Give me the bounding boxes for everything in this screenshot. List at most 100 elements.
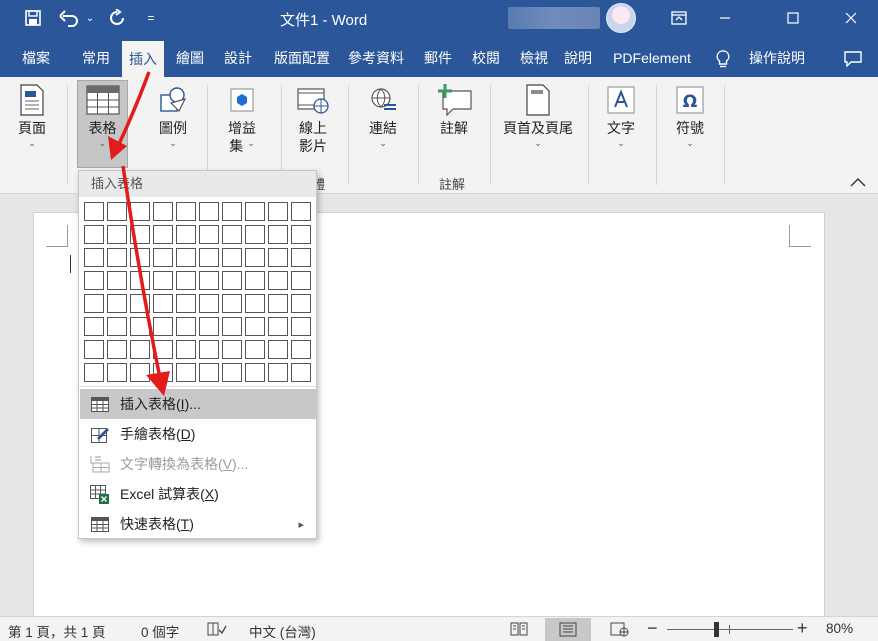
table-grid-cell[interactable]	[291, 363, 311, 382]
avatar[interactable]	[606, 3, 636, 33]
zoom-slider[interactable]	[667, 629, 793, 630]
table-grid-cell[interactable]	[153, 225, 173, 244]
table-grid-cell[interactable]	[130, 271, 150, 290]
word-count[interactable]: 0 個字	[141, 621, 179, 641]
table-grid-cell[interactable]	[245, 340, 265, 359]
table-grid-cell[interactable]	[153, 271, 173, 290]
table-grid-cell[interactable]	[107, 294, 127, 313]
table-grid-cell[interactable]	[130, 317, 150, 336]
undo-dropdown-icon[interactable]: ⌄	[84, 6, 96, 30]
table-grid-cell[interactable]	[199, 248, 219, 267]
undo-icon[interactable]	[56, 6, 82, 30]
tab-design[interactable]: 設計	[216, 38, 260, 77]
table-grid-cell[interactable]	[176, 248, 196, 267]
table-grid-cell[interactable]	[84, 202, 104, 221]
table-grid-cell[interactable]	[130, 340, 150, 359]
table-grid-cell[interactable]	[107, 248, 127, 267]
read-mode-icon[interactable]	[510, 621, 528, 639]
tab-pdfelement[interactable]: PDFelement	[604, 38, 700, 77]
table-grid-cell[interactable]	[176, 225, 196, 244]
online-video-button[interactable]: 線上 影片	[290, 81, 336, 169]
table-grid-cell[interactable]	[222, 317, 242, 336]
page-count[interactable]: 第 1 頁，共 1 頁	[8, 621, 106, 641]
table-grid-cell[interactable]	[245, 363, 265, 382]
table-grid-cell[interactable]	[107, 271, 127, 290]
table-grid-cell[interactable]	[130, 225, 150, 244]
tab-help[interactable]: 說明	[558, 38, 598, 77]
table-grid-cell[interactable]	[176, 294, 196, 313]
web-layout-icon[interactable]	[610, 621, 630, 640]
table-grid-cell[interactable]	[176, 202, 196, 221]
table-grid-cell[interactable]	[291, 340, 311, 359]
table-grid-cell[interactable]	[199, 317, 219, 336]
proofing-icon[interactable]	[207, 621, 227, 640]
table-grid-cell[interactable]	[245, 294, 265, 313]
table-grid-cell[interactable]	[107, 340, 127, 359]
tab-review[interactable]: 校閱	[464, 38, 508, 77]
redo-icon[interactable]	[104, 6, 130, 30]
table-grid-cell[interactable]	[153, 202, 173, 221]
table-grid-cell[interactable]	[268, 248, 288, 267]
zoom-in-button[interactable]: +	[797, 618, 808, 639]
tab-file[interactable]: 檔案	[8, 38, 64, 77]
table-grid-cell[interactable]	[176, 317, 196, 336]
table-grid-cell[interactable]	[222, 225, 242, 244]
table-grid-cell[interactable]	[199, 294, 219, 313]
table-grid-cell[interactable]	[268, 271, 288, 290]
table-grid-cell[interactable]	[199, 225, 219, 244]
table-grid-cell[interactable]	[107, 225, 127, 244]
table-grid-cell[interactable]	[130, 294, 150, 313]
tab-references[interactable]: 參考資料	[344, 38, 408, 77]
tab-mailings[interactable]: 郵件	[418, 38, 458, 77]
table-grid-cell[interactable]	[84, 340, 104, 359]
print-layout-button[interactable]	[545, 618, 591, 641]
customize-qat-icon[interactable]: =	[142, 6, 160, 30]
table-grid-cell[interactable]	[245, 248, 265, 267]
table-grid-cell[interactable]	[130, 202, 150, 221]
table-grid-cell[interactable]	[291, 202, 311, 221]
text-button[interactable]: 文字 ⌄	[597, 81, 645, 169]
table-grid-cell[interactable]	[245, 225, 265, 244]
table-grid-cell[interactable]	[199, 202, 219, 221]
collapse-ribbon-icon[interactable]	[848, 175, 868, 191]
table-grid-cell[interactable]	[153, 248, 173, 267]
table-grid-cell[interactable]	[222, 340, 242, 359]
table-grid-cell[interactable]	[245, 271, 265, 290]
table-grid-cell[interactable]	[176, 340, 196, 359]
table-button[interactable]: 表格 ⌄	[77, 80, 128, 168]
table-grid-cell[interactable]	[222, 294, 242, 313]
zoom-level[interactable]: 80%	[826, 621, 853, 636]
table-grid-cell[interactable]	[176, 271, 196, 290]
tab-insert[interactable]: 插入	[122, 41, 164, 77]
draw-table-menu-item[interactable]: 手繪表格(D)	[80, 419, 316, 449]
user-name[interactable]	[508, 7, 600, 29]
table-grid-cell[interactable]	[268, 340, 288, 359]
table-grid-cell[interactable]	[291, 271, 311, 290]
table-grid-cell[interactable]	[107, 202, 127, 221]
table-grid-cell[interactable]	[153, 363, 173, 382]
table-grid-cell[interactable]	[84, 248, 104, 267]
header-footer-button[interactable]: 頁首及頁尾 ⌄	[498, 81, 578, 169]
save-icon[interactable]	[20, 6, 46, 30]
table-grid-cell[interactable]	[291, 248, 311, 267]
table-grid-cell[interactable]	[84, 363, 104, 382]
table-grid-cell[interactable]	[130, 248, 150, 267]
table-grid-cell[interactable]	[84, 317, 104, 336]
table-grid-cell[interactable]	[199, 340, 219, 359]
table-grid-cell[interactable]	[291, 294, 311, 313]
language-indicator[interactable]: 中文 (台灣)	[249, 621, 316, 641]
tell-me-search[interactable]: 操作說明	[742, 38, 812, 77]
pages-button[interactable]: 頁面 ⌄	[8, 81, 56, 169]
illustrations-button[interactable]: 圖例 ⌄	[148, 81, 198, 169]
tab-layout[interactable]: 版面配置	[264, 38, 340, 77]
table-grid-cell[interactable]	[153, 317, 173, 336]
tab-home[interactable]: 常用	[74, 38, 118, 77]
table-grid-cell[interactable]	[222, 202, 242, 221]
table-grid-cell[interactable]	[268, 225, 288, 244]
comments-pane-icon[interactable]	[838, 38, 868, 77]
table-grid-cell[interactable]	[222, 271, 242, 290]
links-button[interactable]: 連結 ⌄	[358, 81, 408, 169]
new-comment-button[interactable]: 註解	[428, 81, 480, 169]
table-grid-cell[interactable]	[268, 202, 288, 221]
minimize-icon[interactable]	[702, 0, 748, 36]
